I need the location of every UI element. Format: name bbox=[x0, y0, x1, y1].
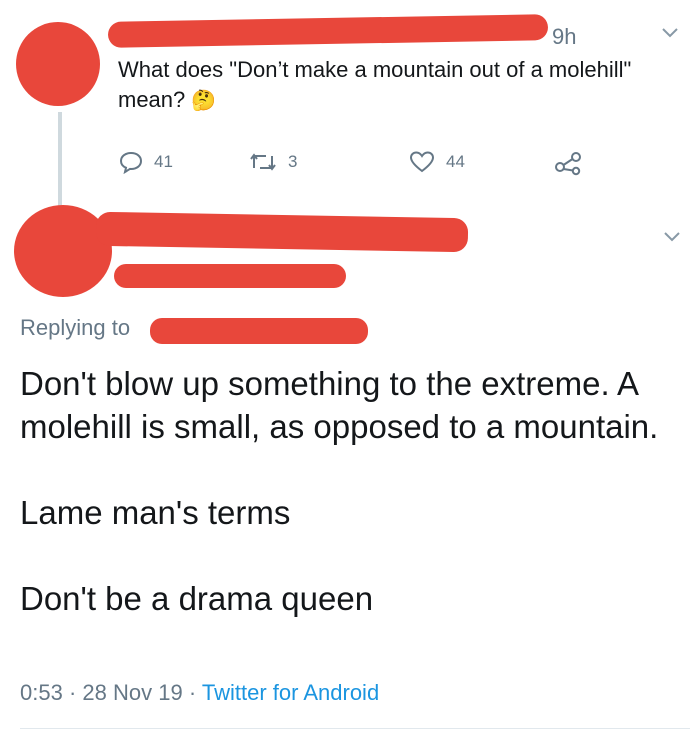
chevron-down-icon[interactable] bbox=[660, 26, 680, 40]
reply-line: Don't blow up something to the extreme. … bbox=[20, 365, 659, 445]
heart-icon bbox=[409, 151, 435, 173]
like-button[interactable]: 44 bbox=[408, 150, 465, 174]
reply-button[interactable]: 41 bbox=[118, 150, 173, 174]
reply-text: Don't blow up something to the extreme. … bbox=[20, 362, 690, 620]
reply-line: Lame man's terms bbox=[20, 494, 291, 531]
divider bbox=[20, 728, 690, 729]
retweet-button[interactable]: 3 bbox=[248, 150, 297, 174]
reply-line: Don't be a drama queen bbox=[20, 580, 374, 617]
redacted-handle bbox=[114, 264, 346, 288]
replying-to: Replying to bbox=[20, 315, 130, 341]
tweet-meta: 0:53 · 28 Nov 19 · Twitter for Android bbox=[20, 680, 379, 706]
tweet-timestamp: 9h bbox=[552, 24, 577, 49]
thinking-face-icon: 🤔 bbox=[191, 90, 217, 112]
tweet-actions: 41 3 44 bbox=[118, 150, 598, 180]
share-button[interactable] bbox=[553, 150, 583, 176]
meta-separator: · bbox=[188, 680, 197, 705]
reply-icon bbox=[119, 151, 143, 174]
chevron-down-icon[interactable] bbox=[662, 230, 682, 244]
replying-label: Replying to bbox=[20, 315, 131, 340]
reply-time: 0:53 bbox=[20, 680, 63, 705]
like-count: 44 bbox=[446, 152, 465, 171]
redacted-name bbox=[95, 211, 469, 253]
retweet-count: 3 bbox=[288, 152, 298, 171]
avatar[interactable] bbox=[16, 22, 100, 106]
source-link[interactable]: Twitter for Android bbox=[202, 680, 379, 705]
retweet-icon bbox=[250, 153, 276, 171]
reply-count: 41 bbox=[154, 152, 173, 171]
thread-line bbox=[58, 112, 62, 212]
redacted-mention[interactable] bbox=[150, 318, 368, 344]
reply-date: 28 Nov 19 bbox=[82, 680, 183, 705]
meta-separator: · bbox=[68, 680, 77, 705]
redacted-name bbox=[107, 14, 549, 48]
tweet-text: What does "Don’t make a mountain out of … bbox=[118, 55, 638, 116]
share-icon bbox=[555, 152, 581, 176]
